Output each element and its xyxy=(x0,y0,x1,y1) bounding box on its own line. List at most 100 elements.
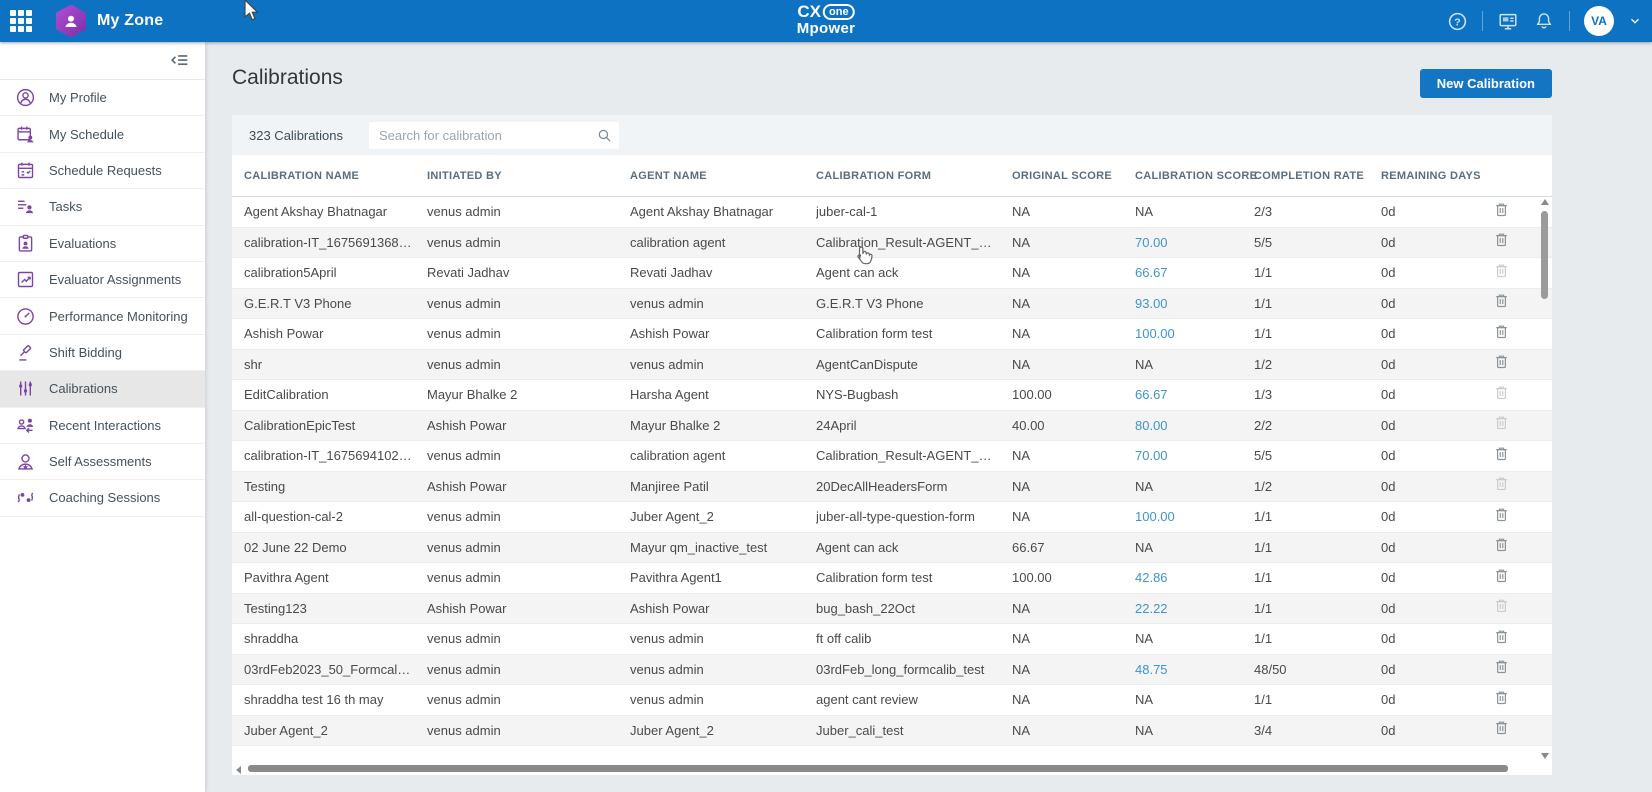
delete-calibration-icon[interactable] xyxy=(1493,658,1510,676)
table-row[interactable]: calibration5AprilRevati JadhavRevati Jad… xyxy=(232,258,1552,289)
column-header-calibration-score[interactable]: CALIBRATION SCORE xyxy=(1135,170,1254,182)
column-header-agent-name[interactable]: AGENT NAME xyxy=(630,170,816,182)
cell-calibration[interactable]: 80.00 xyxy=(1135,418,1254,433)
scroll-left-arrow-icon[interactable] xyxy=(236,766,241,774)
sidebar-item-performance-monitoring[interactable]: Performance Monitoring xyxy=(0,298,205,334)
cell-name: EditCalibration xyxy=(232,387,427,402)
delete-calibration-icon[interactable] xyxy=(1493,719,1510,737)
table-row[interactable]: TestingAshish PowarManjiree Patil20DecAl… xyxy=(232,472,1552,503)
cell-agent: Revati Jadhav xyxy=(630,265,816,280)
cell-remaining: 0d xyxy=(1381,723,1493,738)
sidebar-item-self-assessments[interactable]: Self Assessments xyxy=(0,444,205,480)
table-row[interactable]: calibration-IT_1675694102377venus adminc… xyxy=(232,441,1552,472)
cell-form: Calibration form test xyxy=(816,326,1012,341)
delete-calibration-icon[interactable] xyxy=(1493,688,1510,706)
table-row[interactable]: 03rdFeb2023_50_Formcalibratio...venus ad… xyxy=(232,655,1552,686)
sidebar-item-calibrations[interactable]: Calibrations xyxy=(0,371,205,407)
delete-calibration-icon[interactable] xyxy=(1493,505,1510,523)
sidebar-item-label: Evaluations xyxy=(49,236,116,251)
account-chevron-down-icon[interactable] xyxy=(1628,14,1642,28)
cell-remaining: 0d xyxy=(1381,326,1493,341)
vertical-scrollbar[interactable] xyxy=(1539,199,1550,759)
table-row[interactable]: Ashish Powarvenus adminAshish PowarCalib… xyxy=(232,319,1552,350)
cell-form: Calibration_Result-AGENT_CAN_... xyxy=(816,448,1012,463)
table-row[interactable]: Agent Akshay Bhatnagarvenus adminAgent A… xyxy=(232,197,1552,228)
delete-calibration-icon[interactable] xyxy=(1493,292,1510,310)
user-avatar[interactable]: VA xyxy=(1584,6,1614,36)
sidebar-collapse-icon[interactable] xyxy=(169,50,191,72)
sidebar-item-shift-bidding[interactable]: Shift Bidding xyxy=(0,335,205,371)
delete-calibration-icon[interactable] xyxy=(1493,322,1510,340)
cell-calibration[interactable]: 100.00 xyxy=(1135,326,1254,341)
cell-calibration[interactable]: 22.22 xyxy=(1135,601,1254,616)
evaluator-assignments-icon xyxy=(15,269,36,290)
sidebar-item-my-schedule[interactable]: My Schedule xyxy=(0,116,205,152)
notifications-bell-icon[interactable] xyxy=(1533,10,1555,32)
column-header-completion-rate[interactable]: COMPLETION RATE xyxy=(1254,170,1381,182)
table-row[interactable]: Testing123Ashish PowarAshish Powarbug_ba… xyxy=(232,594,1552,625)
table-row[interactable]: Juber Agent_2venus adminJuber Agent_2Jub… xyxy=(232,716,1552,747)
table-row[interactable]: shraddha test 16 th mayvenus adminvenus … xyxy=(232,685,1552,716)
cell-initiated-by: venus admin xyxy=(427,662,630,677)
sidebar-item-coaching-sessions[interactable]: Coaching Sessions xyxy=(0,480,205,516)
table-row[interactable]: shrvenus adminvenus adminAgentCanDispute… xyxy=(232,350,1552,381)
scroll-up-arrow-icon[interactable] xyxy=(1541,199,1549,205)
table-row[interactable]: all-question-cal-2venus adminJuber Agent… xyxy=(232,502,1552,533)
cell-calibration[interactable]: 93.00 xyxy=(1135,296,1254,311)
cell-calibration[interactable]: 48.75 xyxy=(1135,662,1254,677)
broadcast-screen-icon[interactable] xyxy=(1497,10,1519,32)
help-icon[interactable]: ? xyxy=(1446,10,1468,32)
delete-calibration-icon[interactable] xyxy=(1493,566,1510,584)
cell-original: NA xyxy=(1012,448,1135,463)
scroll-down-arrow-icon[interactable] xyxy=(1541,753,1549,759)
my-zone-logo-icon xyxy=(56,5,86,38)
sidebar-item-tasks[interactable]: Tasks xyxy=(0,189,205,225)
delete-calibration-icon[interactable] xyxy=(1493,200,1510,218)
table-row[interactable]: CalibrationEpicTestAshish PowarMayur Bha… xyxy=(232,411,1552,442)
vertical-scrollbar-thumb[interactable] xyxy=(1541,211,1548,299)
search-icon[interactable] xyxy=(596,127,613,144)
cell-calibration[interactable]: 66.67 xyxy=(1135,265,1254,280)
cell-calibration[interactable]: 100.00 xyxy=(1135,509,1254,524)
table-row[interactable]: G.E.R.T V3 Phonevenus adminvenus adminG.… xyxy=(232,289,1552,320)
horizontal-scrollbar-thumb[interactable] xyxy=(248,765,1508,772)
delete-calibration-icon[interactable] xyxy=(1493,536,1510,554)
app-launcher-icon[interactable] xyxy=(0,0,42,42)
delete-calibration-icon[interactable] xyxy=(1493,231,1510,249)
table-row[interactable]: shraddhavenus adminvenus adminft off cal… xyxy=(232,624,1552,655)
column-header-calibration-name[interactable]: CALIBRATION NAME xyxy=(232,170,427,182)
table-row[interactable]: calibration-IT_1675691368380venus adminc… xyxy=(232,228,1552,259)
calibrations-icon xyxy=(15,378,36,399)
horizontal-scrollbar[interactable] xyxy=(236,764,1532,773)
cell-remaining: 0d xyxy=(1381,540,1493,555)
cell-original: NA xyxy=(1012,601,1135,616)
delete-calibration-icon[interactable] xyxy=(1493,627,1510,645)
cell-calibration[interactable]: 42.86 xyxy=(1135,570,1254,585)
delete-calibration-icon[interactable] xyxy=(1493,444,1510,462)
cell-calibration[interactable]: 66.67 xyxy=(1135,387,1254,402)
sidebar-item-evaluations[interactable]: Evaluations xyxy=(0,226,205,262)
evaluations-icon xyxy=(15,233,36,254)
table-row[interactable]: EditCalibrationMayur Bhalke 2Harsha Agen… xyxy=(232,380,1552,411)
cell-form: 03rdFeb_long_formcalib_test xyxy=(816,662,1012,677)
cell-calibration[interactable]: 70.00 xyxy=(1135,235,1254,250)
cell-calibration[interactable]: 70.00 xyxy=(1135,448,1254,463)
table-row[interactable]: Pavithra Agentvenus adminPavithra Agent1… xyxy=(232,563,1552,594)
column-header-original-score[interactable]: ORIGINAL SCORE xyxy=(1012,170,1135,182)
sidebar-item-my-profile[interactable]: My Profile xyxy=(0,80,205,116)
sidebar-item-label: Evaluator Assignments xyxy=(49,272,181,287)
sidebar-item-evaluator-assignments[interactable]: Evaluator Assignments xyxy=(0,262,205,298)
search-input[interactable] xyxy=(369,122,619,149)
cell-completion: 2/3 xyxy=(1254,204,1381,219)
column-header-initiated-by[interactable]: INITIATED BY xyxy=(427,170,630,182)
sidebar-item-schedule-requests[interactable]: Schedule Requests xyxy=(0,153,205,189)
table-row[interactable]: 02 June 22 Demovenus adminMayur qm_inact… xyxy=(232,533,1552,564)
cell-initiated-by: Ashish Powar xyxy=(427,418,630,433)
column-header-calibration-form[interactable]: CALIBRATION FORM xyxy=(816,170,1012,182)
new-calibration-button[interactable]: New Calibration xyxy=(1420,69,1552,98)
sidebar-item-recent-interactions[interactable]: Recent Interactions xyxy=(0,408,205,444)
column-header-remaining-days[interactable]: REMAINING DAYS xyxy=(1381,170,1493,182)
cell-original: NA xyxy=(1012,723,1135,738)
delete-calibration-icon[interactable] xyxy=(1493,353,1510,371)
cell-agent: venus admin xyxy=(630,357,816,372)
